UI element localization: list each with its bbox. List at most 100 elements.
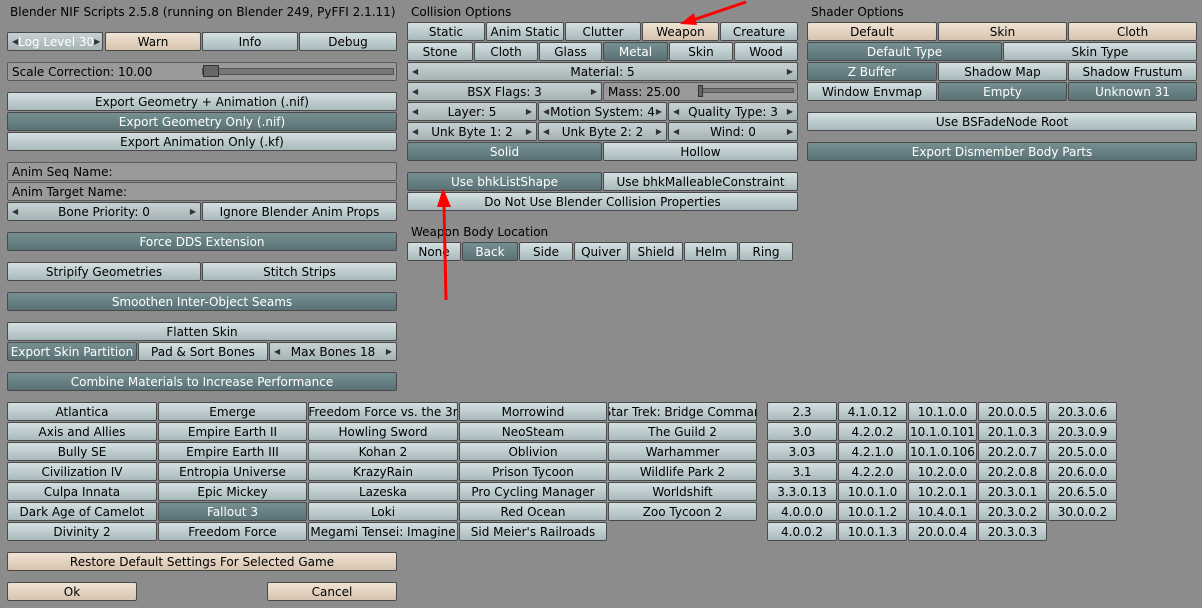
game-item[interactable]: Divinity 2 xyxy=(7,522,157,541)
game-item[interactable]: Empire Earth II xyxy=(158,422,307,441)
location-ring-button[interactable]: Ring xyxy=(739,242,793,261)
increment-arrow-icon[interactable]: ▶ xyxy=(190,207,196,216)
wind-field[interactable]: ◀ Wind: 0 ▶ xyxy=(668,122,798,141)
location-shield-button[interactable]: Shield xyxy=(629,242,683,261)
game-item[interactable]: Culpa Innata xyxy=(7,482,157,501)
game-item[interactable]: Freedom Force vs. the 3r xyxy=(308,402,458,421)
export-geometry-only-button[interactable]: Export Geometry Only (.nif) xyxy=(7,112,397,131)
collision-clutter-button[interactable]: Clutter xyxy=(565,22,641,41)
version-item[interactable]: 20.2.0.8 xyxy=(978,462,1047,481)
increment-arrow-icon[interactable]: ▶ xyxy=(656,127,662,136)
version-item[interactable]: 3.1 xyxy=(767,462,837,481)
game-item[interactable]: Freedom Force xyxy=(158,522,307,541)
version-item[interactable]: 4.2.0.2 xyxy=(838,422,907,441)
decrement-arrow-icon[interactable]: ◀ xyxy=(673,127,679,136)
layer-field[interactable]: ◀ Layer: 5 ▶ xyxy=(407,102,537,121)
decrement-arrow-icon[interactable]: ◀ xyxy=(12,207,18,216)
game-item[interactable]: Oblivion xyxy=(459,442,607,461)
version-item[interactable]: 20.3.0.2 xyxy=(978,502,1047,521)
debug-button[interactable]: Debug xyxy=(299,32,397,51)
info-button[interactable]: Info xyxy=(202,32,298,51)
version-item[interactable]: 10.0.1.2 xyxy=(838,502,907,521)
motion-system-field[interactable]: ◀ Motion System: 4 ▶ xyxy=(538,102,667,121)
location-helm-button[interactable]: Helm xyxy=(684,242,738,261)
game-item[interactable]: Loki xyxy=(308,502,458,521)
location-none-button[interactable]: None xyxy=(407,242,461,261)
version-item[interactable]: 3.3.0.13 xyxy=(767,482,837,501)
stitch-strips-button[interactable]: Stitch Strips xyxy=(202,262,397,281)
version-item[interactable]: 20.0.0.5 xyxy=(978,402,1047,421)
bsfadenode-root-button[interactable]: Use BSFadeNode Root xyxy=(807,112,1197,131)
version-item[interactable]: 20.3.0.1 xyxy=(978,482,1047,501)
shader-default-button[interactable]: Default xyxy=(807,22,937,41)
game-item[interactable]: Civilization IV xyxy=(7,462,157,481)
empty-button[interactable]: Empty xyxy=(938,82,1067,101)
version-item[interactable]: 10.0.1.3 xyxy=(838,522,907,541)
version-item[interactable]: 4.0.0.0 xyxy=(767,502,837,521)
scale-slider-track[interactable] xyxy=(202,68,394,75)
default-type-button[interactable]: Default Type xyxy=(807,42,1002,61)
game-item[interactable]: Dark Age of Camelot xyxy=(7,502,157,521)
version-item[interactable]: 20.3.0.3 xyxy=(978,522,1047,541)
version-item[interactable]: 20.6.5.0 xyxy=(1048,482,1117,501)
smoothen-seams-button[interactable]: Smoothen Inter-Object Seams xyxy=(7,292,397,311)
decrement-arrow-icon[interactable]: ◀ xyxy=(412,67,418,76)
export-dismember-button[interactable]: Export Dismember Body Parts xyxy=(807,142,1197,161)
collision-weapon-button[interactable]: Weapon xyxy=(642,22,719,41)
force-dds-button[interactable]: Force DDS Extension xyxy=(7,232,397,251)
game-item[interactable]: Howling Sword xyxy=(308,422,458,441)
game-item[interactable]: Fallout 3 xyxy=(158,502,307,521)
collision-creature-button[interactable]: Creature xyxy=(720,22,798,41)
version-item[interactable]: 10.1.0.101 xyxy=(908,422,977,441)
shader-skin-button[interactable]: Skin xyxy=(938,22,1067,41)
window-envmap-button[interactable]: Window Envmap xyxy=(807,82,937,101)
decrement-arrow-icon[interactable]: ◀ xyxy=(412,107,418,116)
scale-slider-knob[interactable] xyxy=(203,65,219,77)
version-item[interactable]: 4.0.0.2 xyxy=(767,522,837,541)
collision-stone-button[interactable]: Stone xyxy=(407,42,473,61)
game-item[interactable]: Epic Mickey xyxy=(158,482,307,501)
skin-type-button[interactable]: Skin Type xyxy=(1003,42,1197,61)
unk-byte-2-field[interactable]: ◀ Unk Byte 2: 2 ▶ xyxy=(538,122,667,141)
export-skin-partition-button[interactable]: Export Skin Partition xyxy=(7,342,137,361)
game-item[interactable]: Zoo Tycoon 2 xyxy=(608,502,757,521)
collision-glass-button[interactable]: Glass xyxy=(539,42,602,61)
decrement-arrow-icon[interactable]: ◀ xyxy=(543,127,549,136)
game-item[interactable]: Sid Meier's Railroads xyxy=(459,522,607,541)
game-item[interactable]: Lazeska xyxy=(308,482,458,501)
stripify-button[interactable]: Stripify Geometries xyxy=(7,262,201,281)
increment-arrow-icon[interactable]: ▶ xyxy=(386,347,392,356)
decrement-arrow-icon[interactable]: ◀ xyxy=(412,87,418,96)
game-item[interactable]: Pro Cycling Manager xyxy=(459,482,607,501)
version-item[interactable]: 20.2.0.7 xyxy=(978,442,1047,461)
increment-arrow-icon[interactable]: ▶ xyxy=(787,127,793,136)
anim-seq-name-field[interactable]: Anim Seq Name: xyxy=(7,162,397,181)
collision-metal-button[interactable]: Metal xyxy=(603,42,668,61)
collision-skin-button[interactable]: Skin xyxy=(669,42,733,61)
bsx-flags-field[interactable]: ◀ BSX Flags: 3 ▶ xyxy=(407,82,602,101)
game-item[interactable]: Wildlife Park 2 xyxy=(608,462,757,481)
game-item[interactable]: Megami Tensei: Imagine xyxy=(308,522,458,541)
combine-materials-button[interactable]: Combine Materials to Increase Performanc… xyxy=(7,372,397,391)
anim-target-name-field[interactable]: Anim Target Name: xyxy=(7,182,397,201)
version-item[interactable]: 20.6.0.0 xyxy=(1048,462,1117,481)
bone-priority-field[interactable]: ◀ Bone Priority: 0 ▶ xyxy=(7,202,201,221)
collision-static-button[interactable]: Static xyxy=(407,22,485,41)
cancel-button[interactable]: Cancel xyxy=(267,582,397,601)
game-item[interactable]: Morrowind xyxy=(459,402,607,421)
solid-button[interactable]: Solid xyxy=(407,142,602,161)
location-side-button[interactable]: Side xyxy=(519,242,573,261)
log-level-field[interactable]: ◀ Log Level 30 ▶ xyxy=(7,32,103,51)
version-item[interactable]: 20.3.0.6 xyxy=(1048,402,1117,421)
ignore-anim-props-button[interactable]: Ignore Blender Anim Props xyxy=(202,202,397,221)
max-bones-field[interactable]: ◀ Max Bones 18 ▶ xyxy=(269,342,397,361)
decrement-arrow-icon[interactable]: ◀ xyxy=(274,347,280,356)
game-item[interactable]: Emerge xyxy=(158,402,307,421)
no-blender-collision-button[interactable]: Do Not Use Blender Collision Properties xyxy=(407,192,798,211)
location-quiver-button[interactable]: Quiver xyxy=(574,242,628,261)
version-item[interactable]: 4.2.2.0 xyxy=(838,462,907,481)
game-item[interactable]: Worldshift xyxy=(608,482,757,501)
mass-slider-track[interactable] xyxy=(700,88,794,93)
use-bhklistshape-button[interactable]: Use bhkListShape xyxy=(407,172,602,191)
increment-arrow-icon[interactable]: ▶ xyxy=(526,107,532,116)
